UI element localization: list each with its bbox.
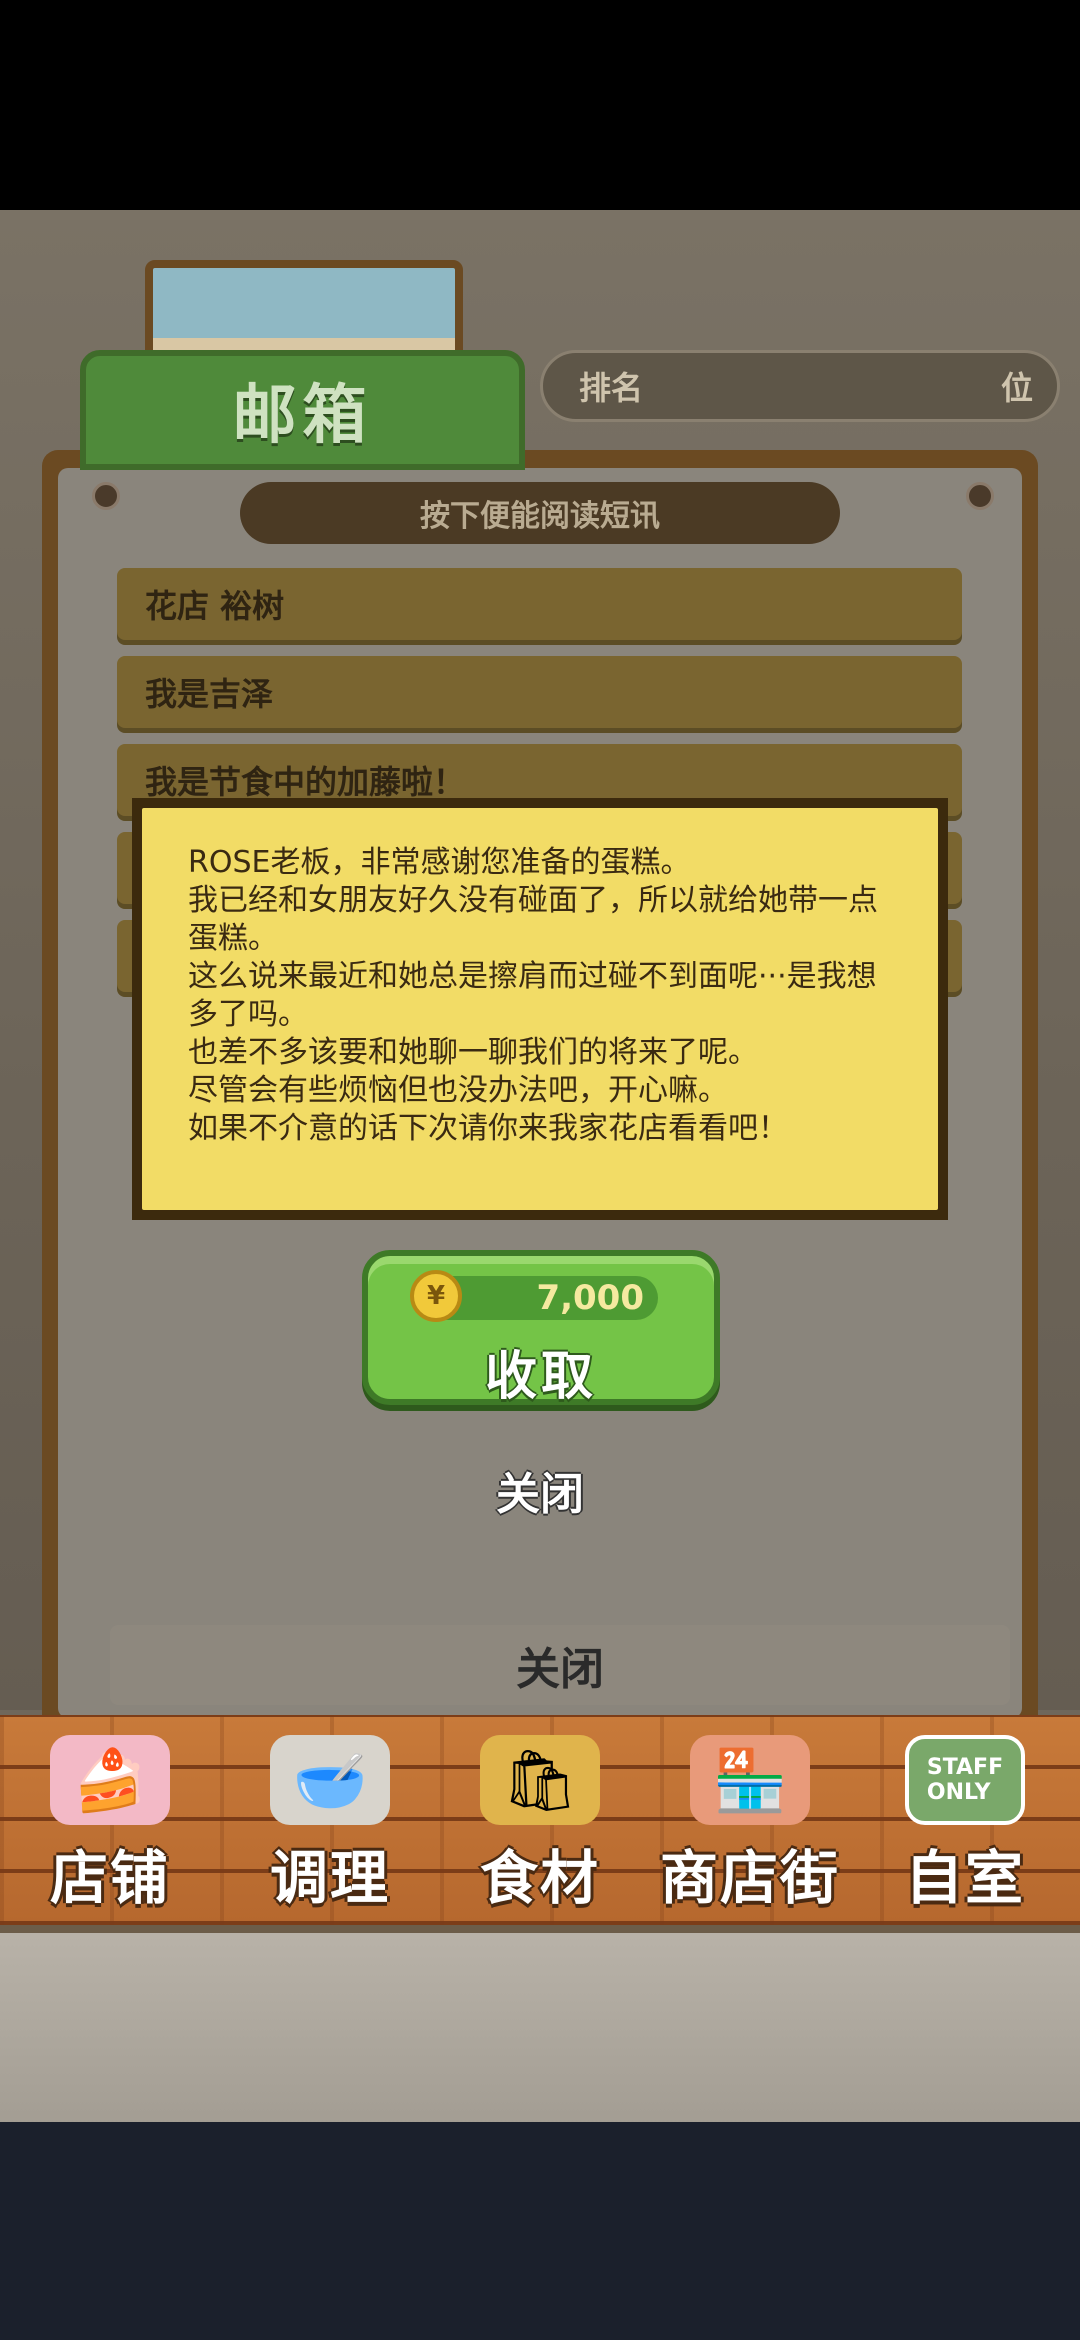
mixing-bowl-icon: 🥣 [270, 1735, 390, 1825]
mail-list-item[interactable]: 我是吉泽 [117, 656, 962, 728]
status-bar-area [0, 0, 1080, 210]
nav-shopping-street[interactable]: 🏪 商店街 [640, 1735, 860, 1915]
cake-icon: 🍰 [50, 1735, 170, 1825]
popup-close-button[interactable]: 关闭 [440, 1455, 640, 1525]
flour-sack-icon: 🛍 [480, 1735, 600, 1825]
collect-label: 收取 [484, 1347, 597, 1407]
mailbox-tab: 邮箱 [80, 350, 525, 470]
mailbox-close-button[interactable]: 关闭 [110, 1625, 1010, 1705]
reward-amount-pill: ¥ 7,000 [410, 1270, 658, 1322]
mail-sender: 我是吉泽 [145, 675, 274, 713]
mail-list-item[interactable]: 花店 裕树 [117, 568, 962, 640]
ranking-label: 排名 [579, 369, 644, 407]
mail-sender: 我是节食中的加藤啦！ [145, 763, 466, 801]
staff-only-sign-icon: STAFF ONLY [905, 1735, 1025, 1825]
nav-shop[interactable]: 🍰 店铺 [30, 1735, 190, 1915]
mail-sender: 花店 裕树 [145, 587, 285, 625]
collect-reward-button[interactable]: ¥ 7,000 收取 [362, 1250, 720, 1407]
shop-icon: 🏪 [690, 1735, 810, 1825]
nav-cooking[interactable]: 🥣 调理 [240, 1735, 420, 1915]
floor [0, 1925, 1080, 2122]
message-popup: ROSE老板，非常感谢您准备的蛋糕。 我已经和女朋友好久没有碰面了，所以就给她带… [142, 808, 938, 1210]
ranking-bar: 排名 位 [540, 350, 1060, 422]
pin-icon [966, 482, 994, 510]
nav-my-room[interactable]: STAFF ONLY 自室 [880, 1735, 1050, 1915]
nav-shop-label: 店铺 [49, 1844, 170, 1912]
nav-cooking-label: 调理 [269, 1844, 390, 1912]
mailbox-close-label: 关闭 [516, 1644, 604, 1695]
mailbox-title: 邮箱 [232, 379, 373, 453]
nav-my-room-label: 自室 [904, 1844, 1025, 1912]
message-text: ROSE老板，非常感谢您准备的蛋糕。 我已经和女朋友好久没有碰面了，所以就给她带… [188, 845, 878, 1146]
pin-icon [92, 482, 120, 510]
nav-ingredients-label: 食材 [479, 1844, 600, 1912]
reward-amount: 7,000 [536, 1278, 644, 1318]
bottom-navigation: 🍰 店铺 🥣 调理 🛍 食材 🏪 商店街 STAFF ONLY 自室 [0, 1715, 1080, 1925]
nav-ingredients[interactable]: 🛍 食材 [460, 1735, 620, 1915]
hint-text: 按下便能阅读短讯 [420, 499, 660, 534]
mailbox-hint: 按下便能阅读短讯 [240, 482, 840, 544]
system-navigation-bar [0, 2122, 1080, 2340]
ranking-unit: 位 [1000, 369, 1033, 407]
popup-close-label: 关闭 [496, 1469, 584, 1520]
coin-icon: ¥ [410, 1270, 462, 1322]
nav-shopping-street-label: 商店街 [659, 1844, 840, 1912]
